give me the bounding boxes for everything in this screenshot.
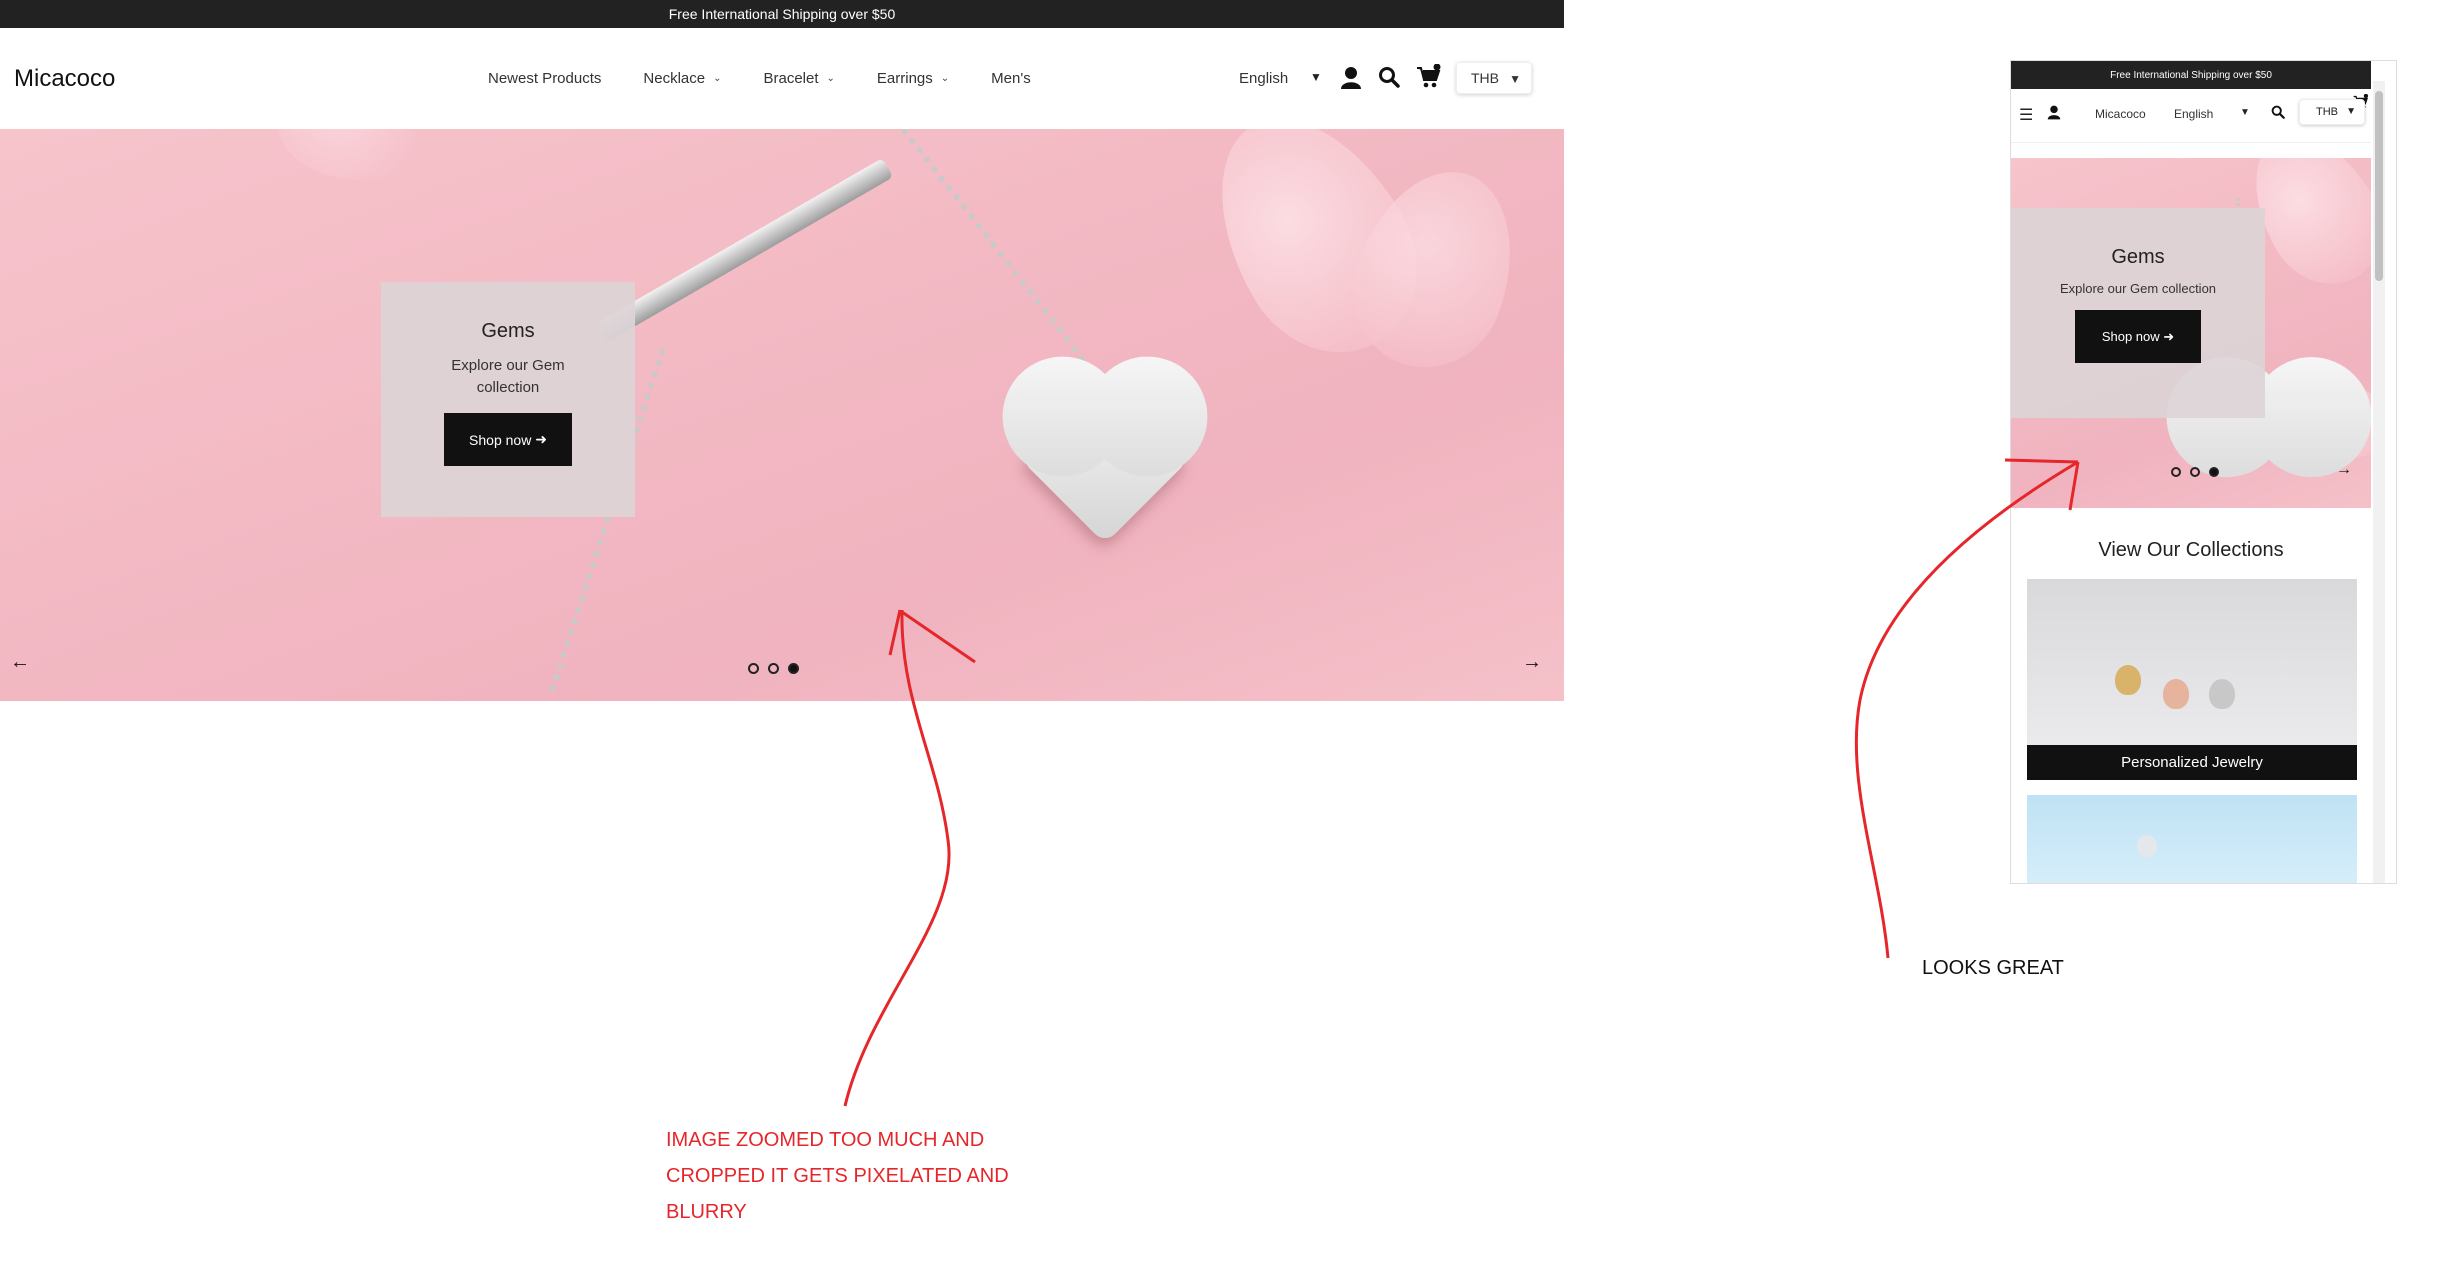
annotation-line: IMAGE ZOOMED TOO MUCH AND: [666, 1129, 985, 1151]
annotation-note-left: IMAGE ZOOMED TOO MUCH AND CROPPED IT GET…: [666, 1122, 1066, 1230]
annotation-line: CROPPED IT GETS PIXELATED AND: [666, 1165, 1009, 1187]
annotation-arrows: [843, 458, 2080, 1107]
caret-down-icon: ▼: [2346, 106, 2356, 117]
annotation-line: BLURRY: [666, 1201, 747, 1223]
annotation-note-right: LOOKS GREAT: [1922, 957, 2064, 979]
currency-value: THB: [2316, 106, 2338, 118]
currency-selector[interactable]: THB ▼: [2299, 99, 2365, 125]
